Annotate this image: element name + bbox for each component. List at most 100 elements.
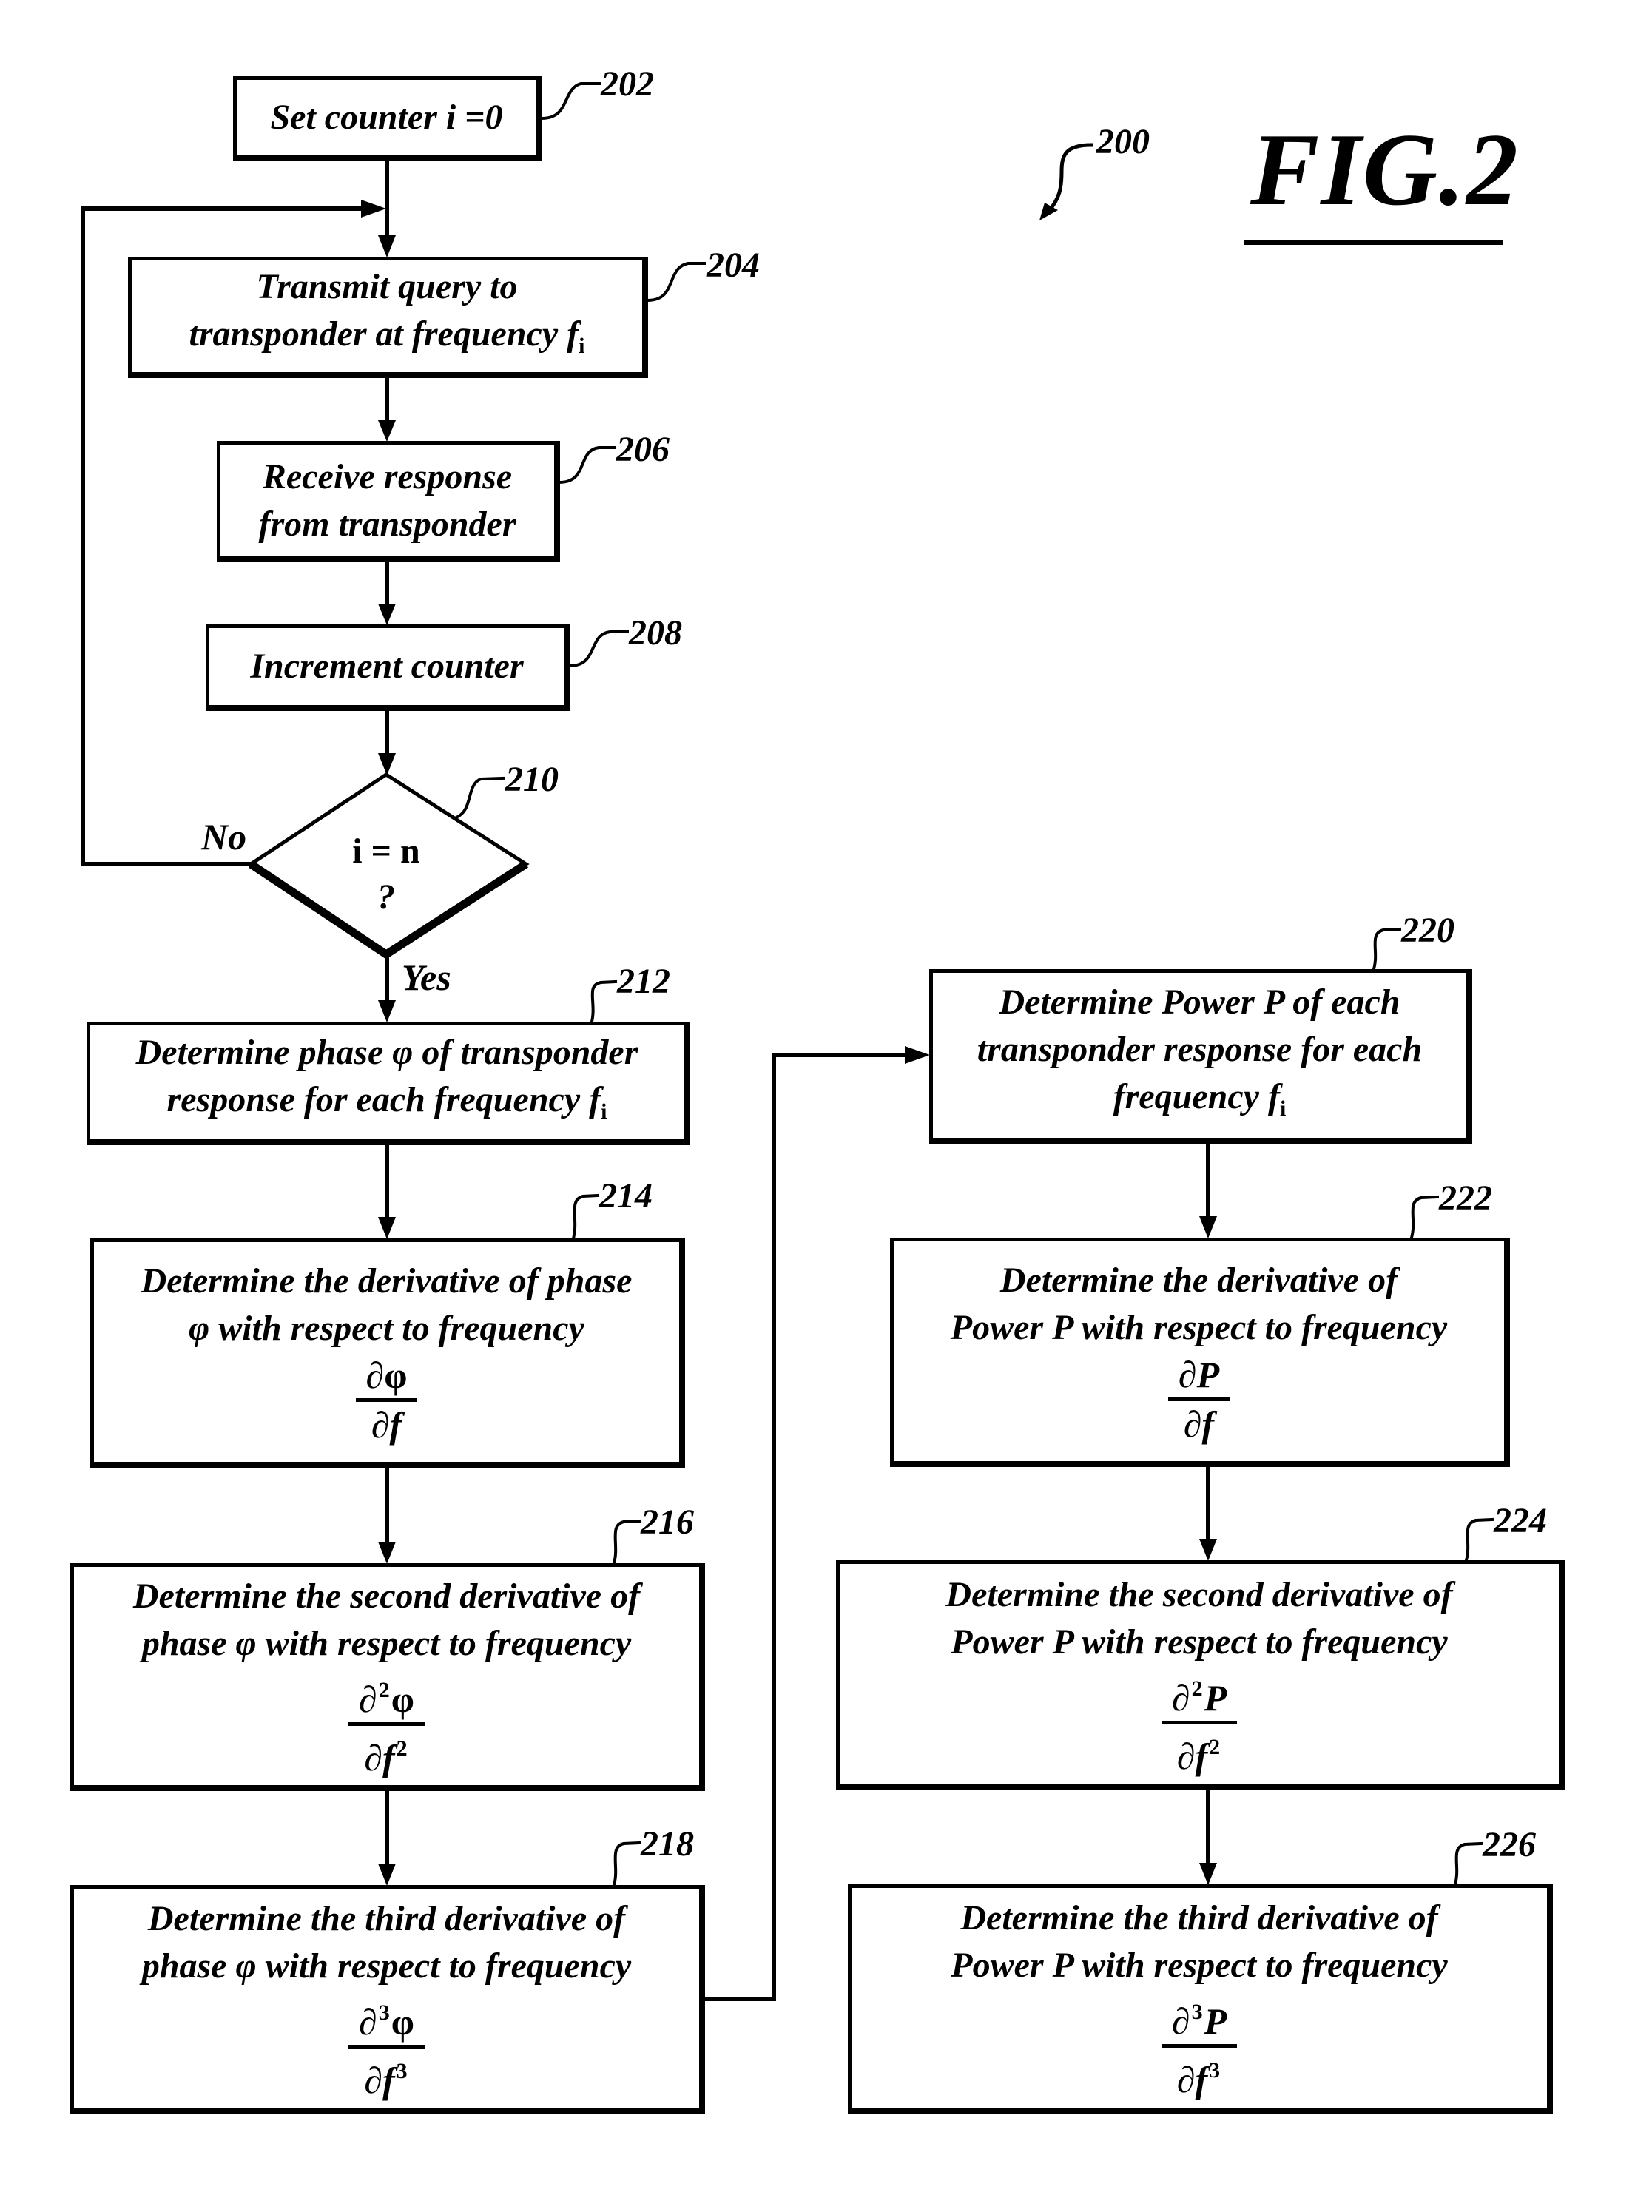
arrowhead-into-206: [378, 420, 396, 442]
step-222-line-1: Determine the derivative of: [999, 1261, 1398, 1300]
arrowhead-into-214: [378, 1217, 396, 1239]
step-204-line-1: Transmit query to: [256, 266, 518, 306]
step-220-line-3-text: frequency f: [1113, 1076, 1280, 1116]
step-204-line-2-text: transponder at frequency f: [189, 314, 579, 354]
decision-condition: i = n: [352, 832, 420, 871]
decision-question-mark: ?: [377, 877, 395, 917]
partial-symbol: ∂: [1171, 1676, 1190, 1719]
ref-214: 214: [599, 1176, 653, 1215]
leader-200: [1046, 143, 1093, 214]
order-exponent: 2: [1209, 1734, 1221, 1759]
derivative-fraction: ∂φ ∂f: [355, 1354, 418, 1446]
fraction-bar: [355, 1398, 418, 1402]
partial-symbol: ∂: [1171, 2000, 1190, 2042]
order-exponent: 2: [396, 1736, 408, 1761]
numerator-variable: P: [1204, 2000, 1227, 2042]
figure-reference-200: 200: [1096, 122, 1150, 161]
step-202-text: Set counter i =0: [270, 98, 503, 137]
fraction-numerator: ∂φ: [365, 1355, 408, 1396]
order-exponent: 3: [378, 2000, 390, 2025]
step-214-line-2: φ with respect to frequency: [189, 1309, 584, 1348]
step-202-set-counter: Set counter i =0: [233, 76, 542, 161]
ref-202: 202: [601, 64, 654, 104]
leader-214: [571, 1193, 600, 1241]
denominator-text: ∂f: [364, 2059, 395, 2101]
step-216-second-derivative-phase: Determine the second derivative of phase…: [70, 1563, 705, 1791]
leader-224: [1464, 1517, 1494, 1562]
ref-206: 206: [616, 430, 670, 469]
subscript-i: i: [601, 1099, 607, 1124]
step-218-line-1: Determine the third derivative of: [147, 1898, 626, 1938]
fraction-numerator: ∂3P: [1162, 1991, 1237, 2043]
step-214-first-derivative-phase: Determine the derivative of phase φ with…: [90, 1238, 685, 1468]
partial-symbol: ∂: [359, 2000, 377, 2043]
order-exponent: 3: [1209, 2058, 1221, 2083]
arrowhead-into-210: [378, 753, 396, 775]
step-220-line-2: transponder response for each: [977, 1029, 1423, 1069]
step-212-line-2: response for each frequency fi: [167, 1076, 607, 1136]
denominator-text: ∂f: [1183, 1403, 1215, 1445]
denominator-text: ∂f: [371, 1404, 402, 1446]
figure-title-underline: [1244, 240, 1503, 245]
arrowhead-into-208: [378, 604, 396, 625]
step-212-line-2-text: response for each frequency f: [166, 1080, 601, 1119]
flowchart-canvas: FIG.2 200 Set counter i =0 202 Transmit …: [0, 0, 1652, 2212]
ref-222: 222: [1439, 1179, 1492, 1218]
denominator-text: ∂f: [1176, 1735, 1208, 1777]
derivative-fraction: ∂P ∂f: [1167, 1353, 1230, 1446]
step-204-transmit-query: Transmit query to transponder at frequen…: [128, 257, 648, 378]
step-220-line-1: Determine Power P of each: [999, 982, 1400, 1022]
fraction-bar: [348, 1722, 425, 1726]
ref-216: 216: [641, 1503, 694, 1542]
fraction-bar: [1161, 2044, 1238, 2048]
numerator-variable: P: [1204, 1676, 1227, 1719]
fraction-denominator: ∂f2: [1167, 1726, 1232, 1778]
leader-220: [1372, 927, 1402, 971]
fraction-numerator: ∂P: [1168, 1353, 1230, 1396]
ref-218: 218: [641, 1824, 694, 1864]
ref-212: 212: [617, 962, 670, 1001]
numerator-variable: φ: [391, 1679, 414, 1720]
step-222-line-2: Power P with respect to frequency: [950, 1308, 1448, 1347]
step-204-line-2: transponder at frequency fi: [189, 311, 584, 370]
step-206-line-2: from transponder: [258, 504, 516, 544]
ref-208: 208: [629, 613, 682, 653]
step-218-line-2: phase φ with respect to frequency: [141, 1946, 632, 1986]
connector-218-220: [703, 1053, 908, 2001]
arrowhead-into-222: [1199, 1216, 1217, 1238]
ref-204: 204: [707, 246, 760, 285]
step-214-line-1: Determine the derivative of phase: [141, 1261, 633, 1301]
fraction-denominator: ∂f3: [354, 2050, 419, 2102]
leader-204: [646, 262, 706, 303]
decision-210-text: i = n ?: [312, 829, 460, 920]
branch-label-yes: Yes: [402, 957, 451, 998]
leader-202: [540, 82, 601, 121]
leader-226: [1453, 1841, 1483, 1886]
leader-206: [558, 446, 616, 485]
denominator-text: ∂f: [1176, 2059, 1208, 2100]
order-exponent: 3: [1191, 2000, 1203, 2024]
derivative-fraction: ∂3φ ∂f3: [348, 1992, 425, 2102]
step-226-line-2: Power P with respect to frequency: [951, 1946, 1448, 1985]
leader-212: [590, 979, 618, 1024]
step-224-second-derivative-power: Determine the second derivative of Power…: [836, 1560, 1565, 1790]
fraction-numerator: ∂2P: [1162, 1668, 1237, 1719]
step-206-line-1: Receive response: [262, 456, 513, 496]
leader-222: [1409, 1195, 1440, 1240]
step-224-line-1: Determine the second derivative of: [945, 1574, 1453, 1614]
numerator-variable: φ: [391, 2000, 414, 2043]
step-216-line-1: Determine the second derivative of: [132, 1577, 641, 1616]
step-218-third-derivative-phase: Determine the third derivative of phase …: [70, 1885, 705, 2114]
ref-226: 226: [1483, 1825, 1536, 1864]
fraction-bar: [348, 2044, 425, 2049]
ref-210: 210: [505, 760, 559, 799]
step-208-increment-counter: Increment counter: [206, 624, 570, 711]
step-220-line-3: frequency fi: [1113, 1073, 1287, 1133]
step-226-line-1: Determine the third derivative of: [960, 1898, 1438, 1938]
step-220-determine-power: Determine Power P of each transponder re…: [929, 969, 1472, 1144]
numerator-text: ∂P: [1178, 1354, 1220, 1395]
branch-label-no: No: [201, 816, 247, 857]
ref-224: 224: [1494, 1501, 1547, 1540]
order-exponent: 3: [396, 2058, 408, 2083]
fraction-denominator: ∂f2: [354, 1727, 419, 1779]
